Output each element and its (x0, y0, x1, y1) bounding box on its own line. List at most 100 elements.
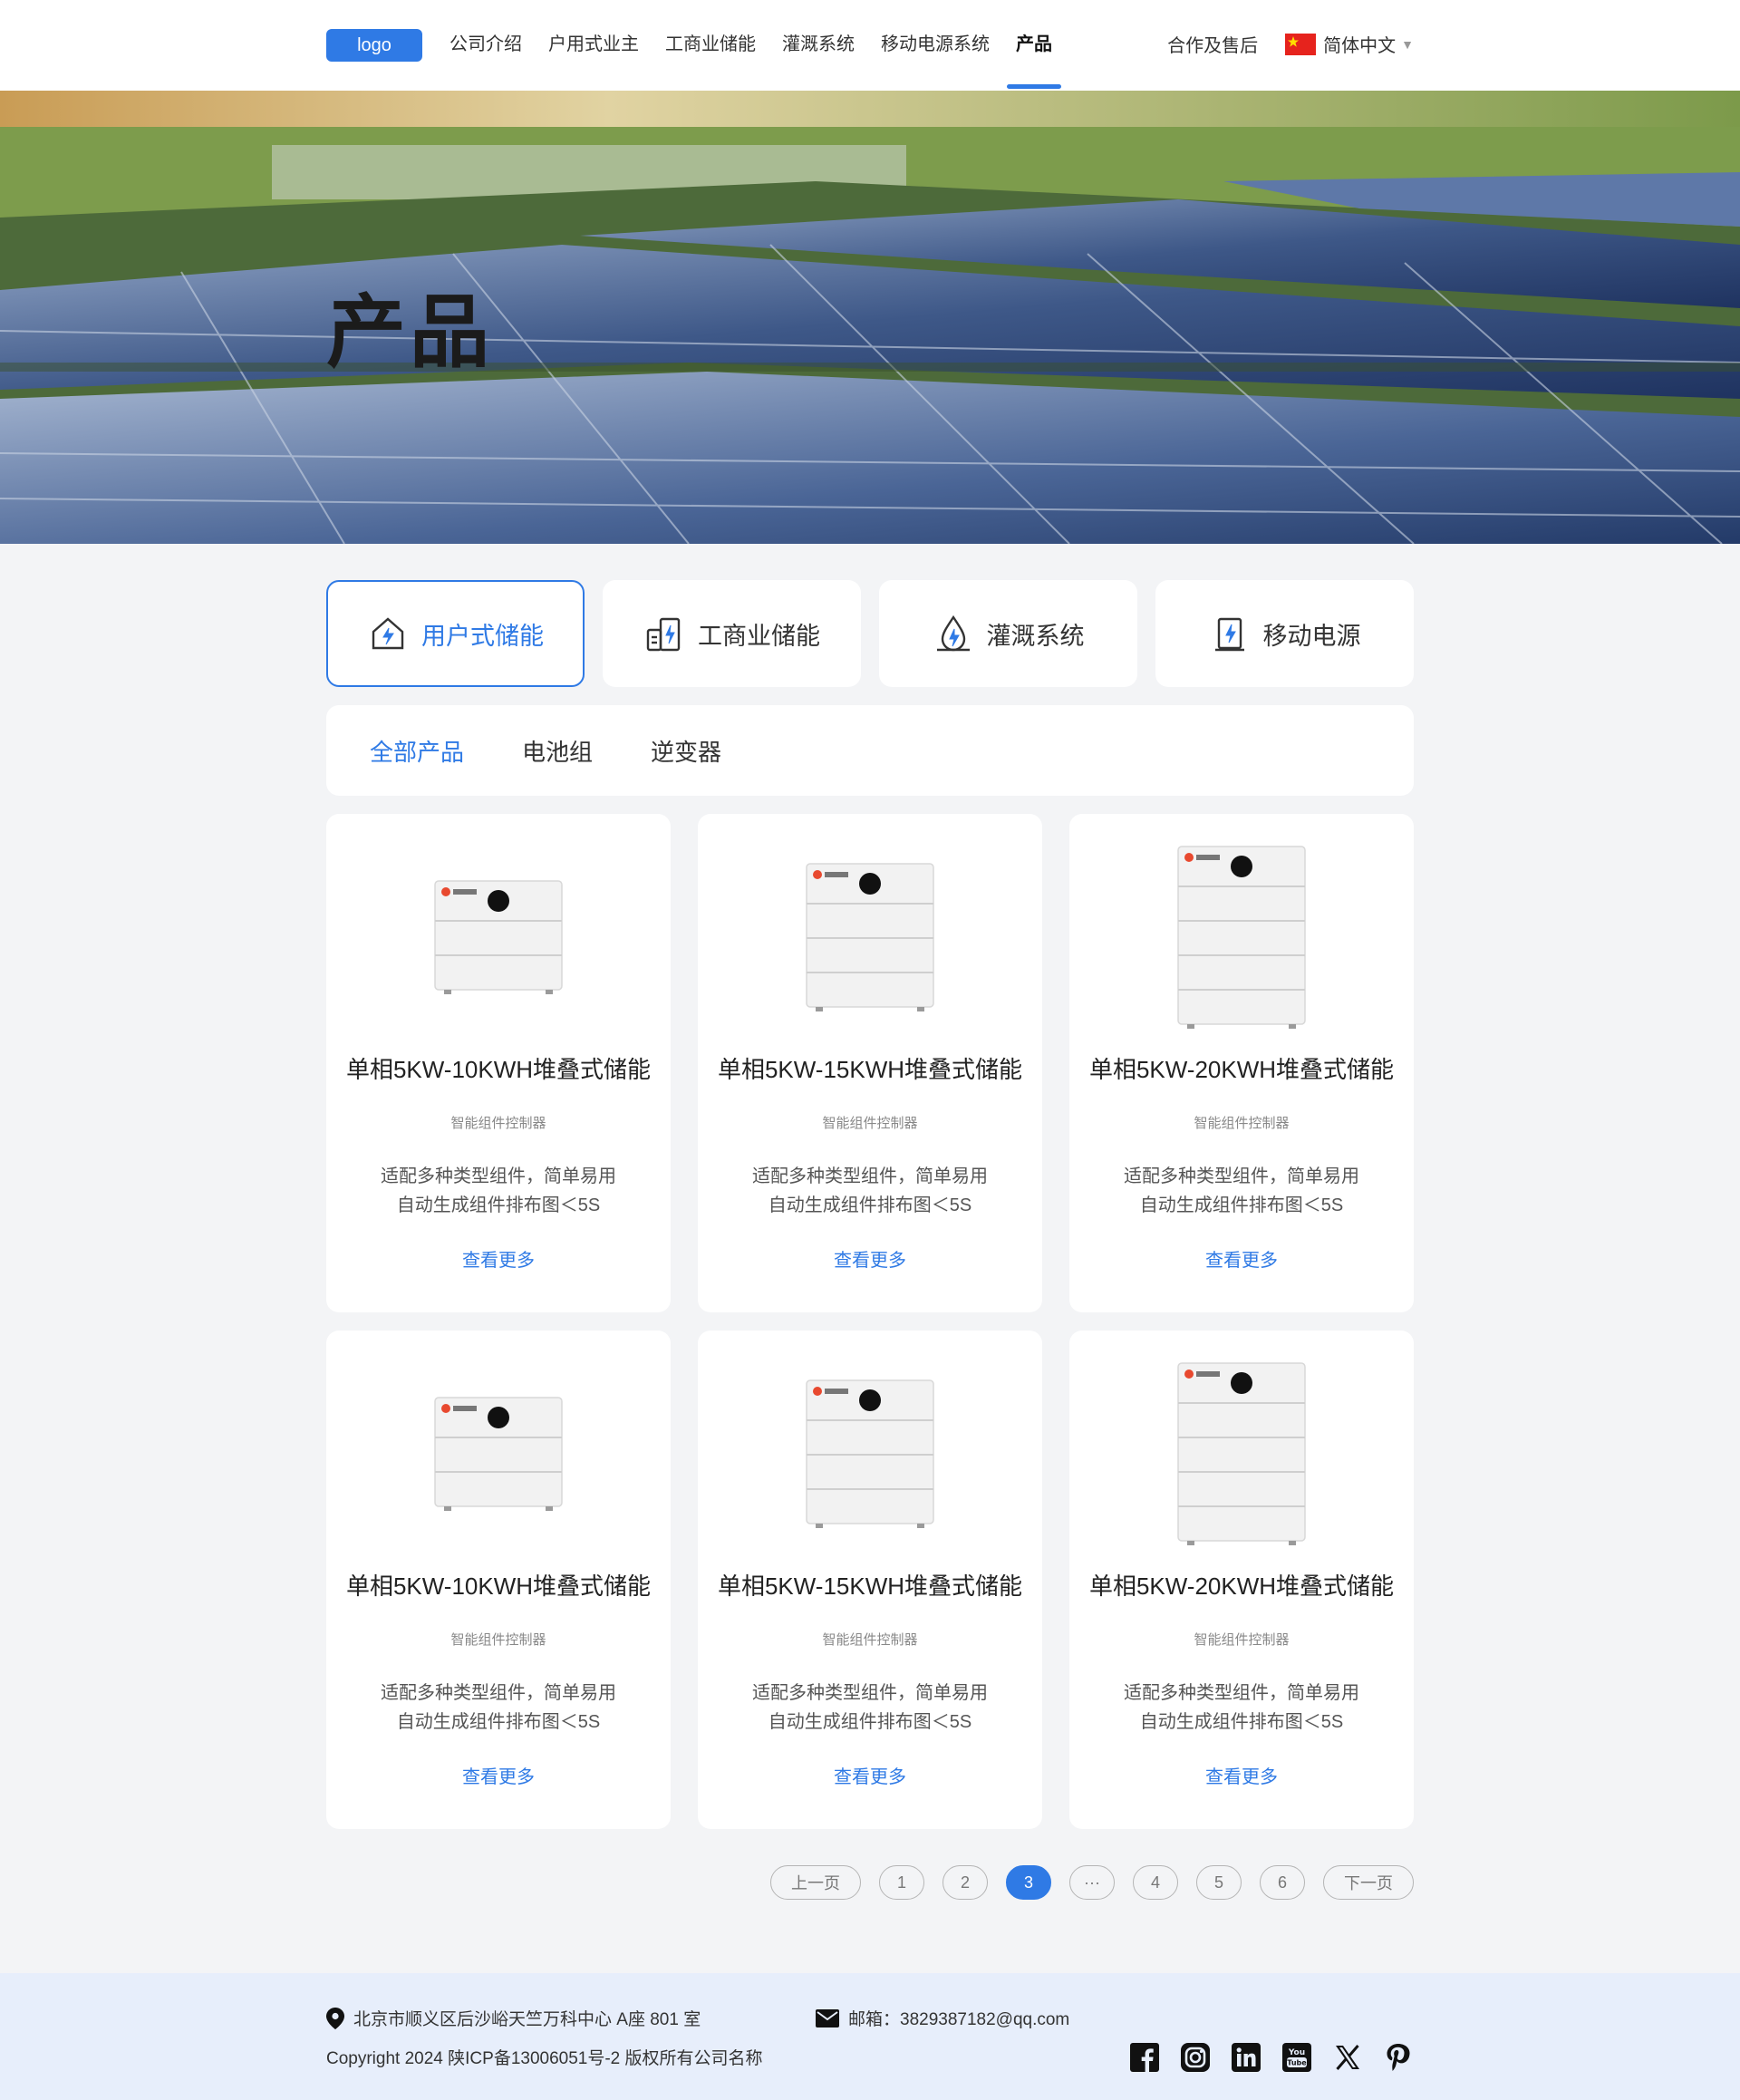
product-card[interactable]: 单相5KW-15KWH堆叠式储能 智能组件控制器 适配多种类型组件，简单易用 自动… (698, 1331, 1042, 1829)
product-desc-line: 适配多种类型组件，简单易用 (381, 1683, 616, 1703)
commercial-storage-icon (643, 613, 685, 654)
x-icon[interactable] (1332, 2042, 1363, 2073)
product-title[interactable]: 单相5KW-10KWH堆叠式储能 (326, 1051, 671, 1085)
product-card[interactable]: 单相5KW-15KWH堆叠式储能 智能组件控制器 适配多种类型组件，简单易用 自动… (698, 814, 1042, 1312)
battery-stack-illustration (806, 1379, 934, 1528)
nav-item-company[interactable]: 公司介绍 (450, 31, 522, 58)
brand-badge (441, 887, 450, 896)
nav-item-household[interactable]: 户用式业主 (548, 31, 639, 58)
product-description: 适配多种类型组件，简单易用 自动生成组件排布图＜5S (326, 1162, 671, 1220)
location-pin-icon (326, 2007, 344, 2029)
battery-foot (917, 1007, 924, 1011)
product-subtitle: 智能组件控制器 (1194, 1116, 1290, 1131)
battery-foot (546, 990, 553, 994)
home-energy-icon (367, 613, 409, 654)
pinterest-icon[interactable] (1383, 2042, 1414, 2073)
view-more-link[interactable]: 查看更多 (326, 1245, 671, 1272)
page-button[interactable]: 2 (942, 1865, 988, 1900)
solar-field-image (0, 91, 1740, 544)
facebook-icon[interactable] (1129, 2042, 1160, 2073)
email-text[interactable]: 邮箱：3829387182@qq.com (848, 2006, 1069, 2030)
product-subtitle: 智能组件控制器 (450, 1116, 546, 1131)
brand-mark (1196, 855, 1220, 860)
view-more-link[interactable]: 查看更多 (1069, 1245, 1414, 1272)
prev-page-button[interactable]: 上一页 (770, 1865, 861, 1900)
view-more-link[interactable]: 查看更多 (326, 1762, 671, 1788)
battery-stack-illustration (806, 863, 934, 1011)
filter-inverter[interactable]: 逆变器 (651, 734, 721, 768)
battery-foot (1187, 1024, 1194, 1029)
category-household-storage[interactable]: 用户式储能 (326, 580, 585, 687)
product-card[interactable]: 单相5KW-10KWH堆叠式储能 智能组件控制器 适配多种类型组件，简单易用 自动… (326, 1331, 671, 1829)
footer-email: 邮箱：3829387182@qq.com (816, 2006, 1069, 2030)
product-title[interactable]: 单相5KW-10KWH堆叠式储能 (326, 1568, 671, 1602)
product-desc-line: 适配多种类型组件，简单易用 (752, 1166, 988, 1186)
filter-all-products[interactable]: 全部产品 (370, 734, 464, 768)
product-card[interactable]: 单相5KW-10KWH堆叠式储能 智能组件控制器 适配多种类型组件，简单易用 自动… (326, 814, 671, 1312)
battery-foot (1289, 1541, 1296, 1545)
product-description: 适配多种类型组件，简单易用 自动生成组件排布图＜5S (1069, 1162, 1414, 1220)
product-card[interactable]: 单相5KW-20KWH堆叠式储能 智能组件控制器 适配多种类型组件，简单易用 自动… (1069, 814, 1414, 1312)
category-commercial-storage[interactable]: 工商业储能 (603, 580, 861, 687)
category-irrigation[interactable]: 灌溉系统 (879, 580, 1137, 687)
page-button-current[interactable]: 3 (1006, 1865, 1051, 1900)
nav-item-products[interactable]: 产品 (1007, 31, 1061, 89)
battery-stack-illustration (1177, 1362, 1306, 1545)
linkedin-icon[interactable] (1231, 2042, 1262, 2073)
view-more-link[interactable]: 查看更多 (1069, 1762, 1414, 1788)
page-button[interactable]: 4 (1133, 1865, 1178, 1900)
category-label: 用户式储能 (421, 622, 544, 650)
product-title[interactable]: 单相5KW-15KWH堆叠式储能 (698, 1568, 1042, 1602)
product-desc-line: 自动生成组件排布图＜5S (396, 1712, 601, 1732)
brand-mark (453, 1406, 477, 1411)
language-switcher[interactable]: 简体中文 ▼ (1285, 31, 1414, 57)
brand-mark (825, 1389, 848, 1394)
product-image (779, 1347, 961, 1564)
page-ellipsis[interactable]: ··· (1069, 1865, 1115, 1900)
page-title: 产品 (326, 287, 494, 377)
category-label: 移动电源 (1262, 622, 1361, 650)
page-button[interactable]: 5 (1196, 1865, 1242, 1900)
product-title[interactable]: 单相5KW-20KWH堆叠式储能 (1069, 1568, 1414, 1602)
filter-battery-pack[interactable]: 电池组 (522, 734, 593, 768)
product-card[interactable]: 单相5KW-20KWH堆叠式储能 智能组件控制器 适配多种类型组件，简单易用 自动… (1069, 1331, 1414, 1829)
category-mobile-power[interactable]: 移动电源 (1155, 580, 1414, 687)
battery-stack-illustration (1177, 846, 1306, 1029)
china-flag-icon (1285, 33, 1317, 55)
product-desc-line: 适配多种类型组件，简单易用 (1124, 1683, 1359, 1703)
nav-item-commercial[interactable]: 工商业储能 (665, 31, 756, 58)
view-more-link[interactable]: 查看更多 (698, 1245, 1042, 1272)
nav-item-irrigation[interactable]: 灌溉系统 (782, 31, 855, 58)
language-label: 简体中文 (1323, 36, 1397, 56)
header-right: 合作及售后 简体中文 ▼ (1167, 31, 1414, 57)
page-button[interactable]: 6 (1260, 1865, 1305, 1900)
social-links: You Tube (1109, 2042, 1414, 2073)
product-desc-line: 自动生成组件排布图＜5S (768, 1712, 972, 1732)
product-image (408, 830, 589, 1048)
product-grid: 单相5KW-10KWH堆叠式储能 智能组件控制器 适配多种类型组件，简单易用 自动… (326, 814, 1414, 1829)
partner-link[interactable]: 合作及售后 (1167, 31, 1258, 57)
category-label: 灌溉系统 (986, 622, 1085, 650)
battery-foot (1187, 1541, 1194, 1545)
battery-display (1231, 856, 1252, 877)
youtube-icon[interactable]: You Tube (1281, 2042, 1312, 2073)
product-desc-line: 适配多种类型组件，简单易用 (1124, 1166, 1359, 1186)
next-page-button[interactable]: 下一页 (1323, 1865, 1414, 1900)
product-description: 适配多种类型组件，简单易用 自动生成组件排布图＜5S (1069, 1679, 1414, 1737)
battery-stack-illustration (434, 880, 563, 994)
view-more-link[interactable]: 查看更多 (698, 1762, 1042, 1788)
site-header: logo 公司介绍 户用式业主 工商业储能 灌溉系统 移动电源系统 产品 合作及… (0, 0, 1740, 91)
page-button[interactable]: 1 (879, 1865, 924, 1900)
product-title[interactable]: 单相5KW-20KWH堆叠式储能 (1069, 1051, 1414, 1085)
nav-item-mobile-power[interactable]: 移动电源系统 (881, 31, 990, 58)
battery-display (1231, 1372, 1252, 1394)
product-title[interactable]: 单相5KW-15KWH堆叠式储能 (698, 1051, 1042, 1085)
battery-foot (816, 1007, 823, 1011)
product-subtitle: 智能组件控制器 (1194, 1632, 1290, 1648)
mail-icon (816, 2008, 839, 2027)
product-image (408, 1347, 589, 1564)
logo[interactable]: logo (326, 29, 422, 62)
instagram-icon[interactable] (1180, 2042, 1211, 2073)
address-text: 北京市顺义区后沙峪天竺万科中心 A座 801 室 (353, 2010, 701, 2029)
product-subtitle: 智能组件控制器 (450, 1632, 546, 1648)
